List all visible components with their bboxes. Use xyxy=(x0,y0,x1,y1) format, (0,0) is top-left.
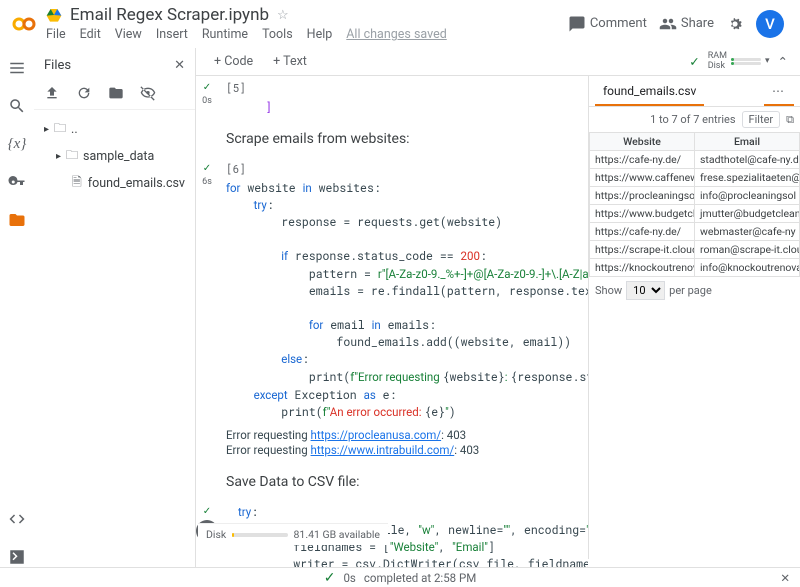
csv-tab[interactable]: found_emails.csv xyxy=(595,78,704,106)
tree-folder-sample-data[interactable]: ▸🗀sample_data xyxy=(38,143,191,170)
menu-runtime[interactable]: Runtime xyxy=(202,27,248,42)
drive-icon xyxy=(46,7,62,23)
code-cell-5[interactable]: ✓0s [5] ] xyxy=(196,78,588,119)
mount-drive-icon[interactable] xyxy=(108,85,124,101)
code-block[interactable]: for website in websites: try: response =… xyxy=(218,178,588,424)
more-icon[interactable]: ⋯ xyxy=(764,78,794,106)
check-icon: ✓ xyxy=(689,54,699,70)
menu-edit[interactable]: Edit xyxy=(80,27,101,42)
save-status[interactable]: All changes saved xyxy=(346,27,446,42)
table-row[interactable]: https://scrape-it.cloud/roman@scrape-it.… xyxy=(590,241,800,259)
files-icon[interactable] xyxy=(7,210,27,230)
menu-view[interactable]: View xyxy=(115,27,142,42)
code-cell-6[interactable]: ✓6s [6] for website in websites: try: re… xyxy=(196,159,588,462)
comment-icon xyxy=(568,15,586,33)
hidden-files-icon[interactable] xyxy=(140,85,156,101)
add-code-button[interactable]: + Code xyxy=(208,52,259,71)
filter-button[interactable]: Filter xyxy=(742,111,781,128)
col-website[interactable]: Website xyxy=(590,133,695,151)
colab-logo xyxy=(12,12,36,36)
user-avatar[interactable]: V xyxy=(756,10,784,38)
col-email[interactable]: Email xyxy=(695,133,800,151)
collapse-up-icon[interactable]: ⌃ xyxy=(778,54,788,70)
search-icon[interactable] xyxy=(7,96,27,116)
star-icon[interactable]: ☆ xyxy=(277,8,289,23)
comment-button[interactable]: Comment xyxy=(568,15,647,33)
code-snippets-icon[interactable] xyxy=(7,509,27,529)
output-link[interactable]: https://procleanusa.com/ xyxy=(311,428,442,442)
table-row[interactable]: https://cafe-ny.de/stadthotel@cafe-ny.de xyxy=(590,151,800,169)
menu-tools[interactable]: Tools xyxy=(262,27,293,42)
app-header: Email Regex Scraper.ipynb ☆ File Edit Vi… xyxy=(0,0,800,48)
table-row[interactable]: https://www.caffenewyork.de/frese.spezia… xyxy=(590,169,800,187)
menu-file[interactable]: File xyxy=(46,27,66,42)
code-block[interactable]: ] xyxy=(218,97,588,119)
status-time: 0s xyxy=(343,571,355,585)
share-icon xyxy=(659,15,677,33)
page-size-select[interactable]: 10 xyxy=(626,281,665,300)
entries-label: 1 to 7 of 7 entries xyxy=(650,113,735,126)
files-panel-title: Files xyxy=(44,58,71,73)
add-text-button[interactable]: + Text xyxy=(267,52,313,71)
refresh-icon[interactable] xyxy=(76,85,92,101)
table-row[interactable]: https://www.budgetcleaningusa.com/jmutte… xyxy=(590,205,800,223)
status-close-icon[interactable]: ✕ xyxy=(780,571,790,585)
close-files-icon[interactable]: ✕ xyxy=(174,58,185,73)
menu-bar: File Edit View Insert Runtime Tools Help… xyxy=(46,27,568,42)
status-msg: completed at 2:58 PM xyxy=(364,571,476,585)
terminal-icon[interactable] xyxy=(7,547,27,567)
status-bar: ✓ 0s completed at 2:58 PM ✕ xyxy=(0,567,800,587)
copy-icon[interactable]: ⧉ xyxy=(786,113,794,127)
variables-icon[interactable]: {x} xyxy=(7,134,27,154)
disk-footer: Disk 81.41 GB available xyxy=(198,523,388,545)
status-check-icon: ✓ xyxy=(324,570,336,586)
text-cell-2[interactable]: Save Data to CSV file: xyxy=(196,464,588,500)
cell-output: Error requesting https://procleanusa.com… xyxy=(218,424,588,462)
tree-up[interactable]: ▸🗀.. xyxy=(38,116,191,143)
resource-indicator[interactable]: RAMDisk ▾ xyxy=(708,52,770,71)
text-cell-1[interactable]: Scrape emails from websites: xyxy=(196,121,588,157)
output-link[interactable]: https://www.intrabuild.com/ xyxy=(311,443,455,457)
table-row[interactable]: https://procleaningsolutionsusa.com/info… xyxy=(590,187,800,205)
table-row[interactable]: https://knockoutrenovation.com/info@knoc… xyxy=(590,259,800,277)
settings-button[interactable] xyxy=(726,15,744,33)
menu-help[interactable]: Help xyxy=(307,27,333,42)
table-row[interactable]: https://cafe-ny.de/webmaster@cafe-ny xyxy=(590,223,800,241)
secrets-icon[interactable] xyxy=(7,172,27,192)
files-tree: ▸🗀.. ▸🗀sample_data 🗎found_emails.csv xyxy=(34,110,195,203)
notebook-title[interactable]: Email Regex Scraper.ipynb xyxy=(70,5,269,25)
disk-usage-bar xyxy=(232,533,287,537)
notebook-toolbar: + Code + Text ✓ RAMDisk ▾ ⌃ xyxy=(196,48,800,76)
files-panel: Files ✕ ▸🗀.. ▸🗀sample_data 🗎found_emails… xyxy=(34,48,196,567)
left-rail: {x} xyxy=(0,48,34,567)
menu-insert[interactable]: Insert xyxy=(156,27,188,42)
share-button[interactable]: Share xyxy=(659,15,714,33)
upload-icon[interactable] xyxy=(44,85,60,101)
gear-icon xyxy=(726,15,744,33)
csv-preview-panel: found_emails.csv ⋯ 1 to 7 of 7 entries F… xyxy=(588,76,800,559)
chevron-down-icon: ▾ xyxy=(765,57,770,66)
data-table: Website Email https://cafe-ny.de/stadtho… xyxy=(589,132,800,277)
toc-icon[interactable] xyxy=(7,58,27,78)
tree-file-found-emails[interactable]: 🗎found_emails.csv xyxy=(38,170,191,197)
